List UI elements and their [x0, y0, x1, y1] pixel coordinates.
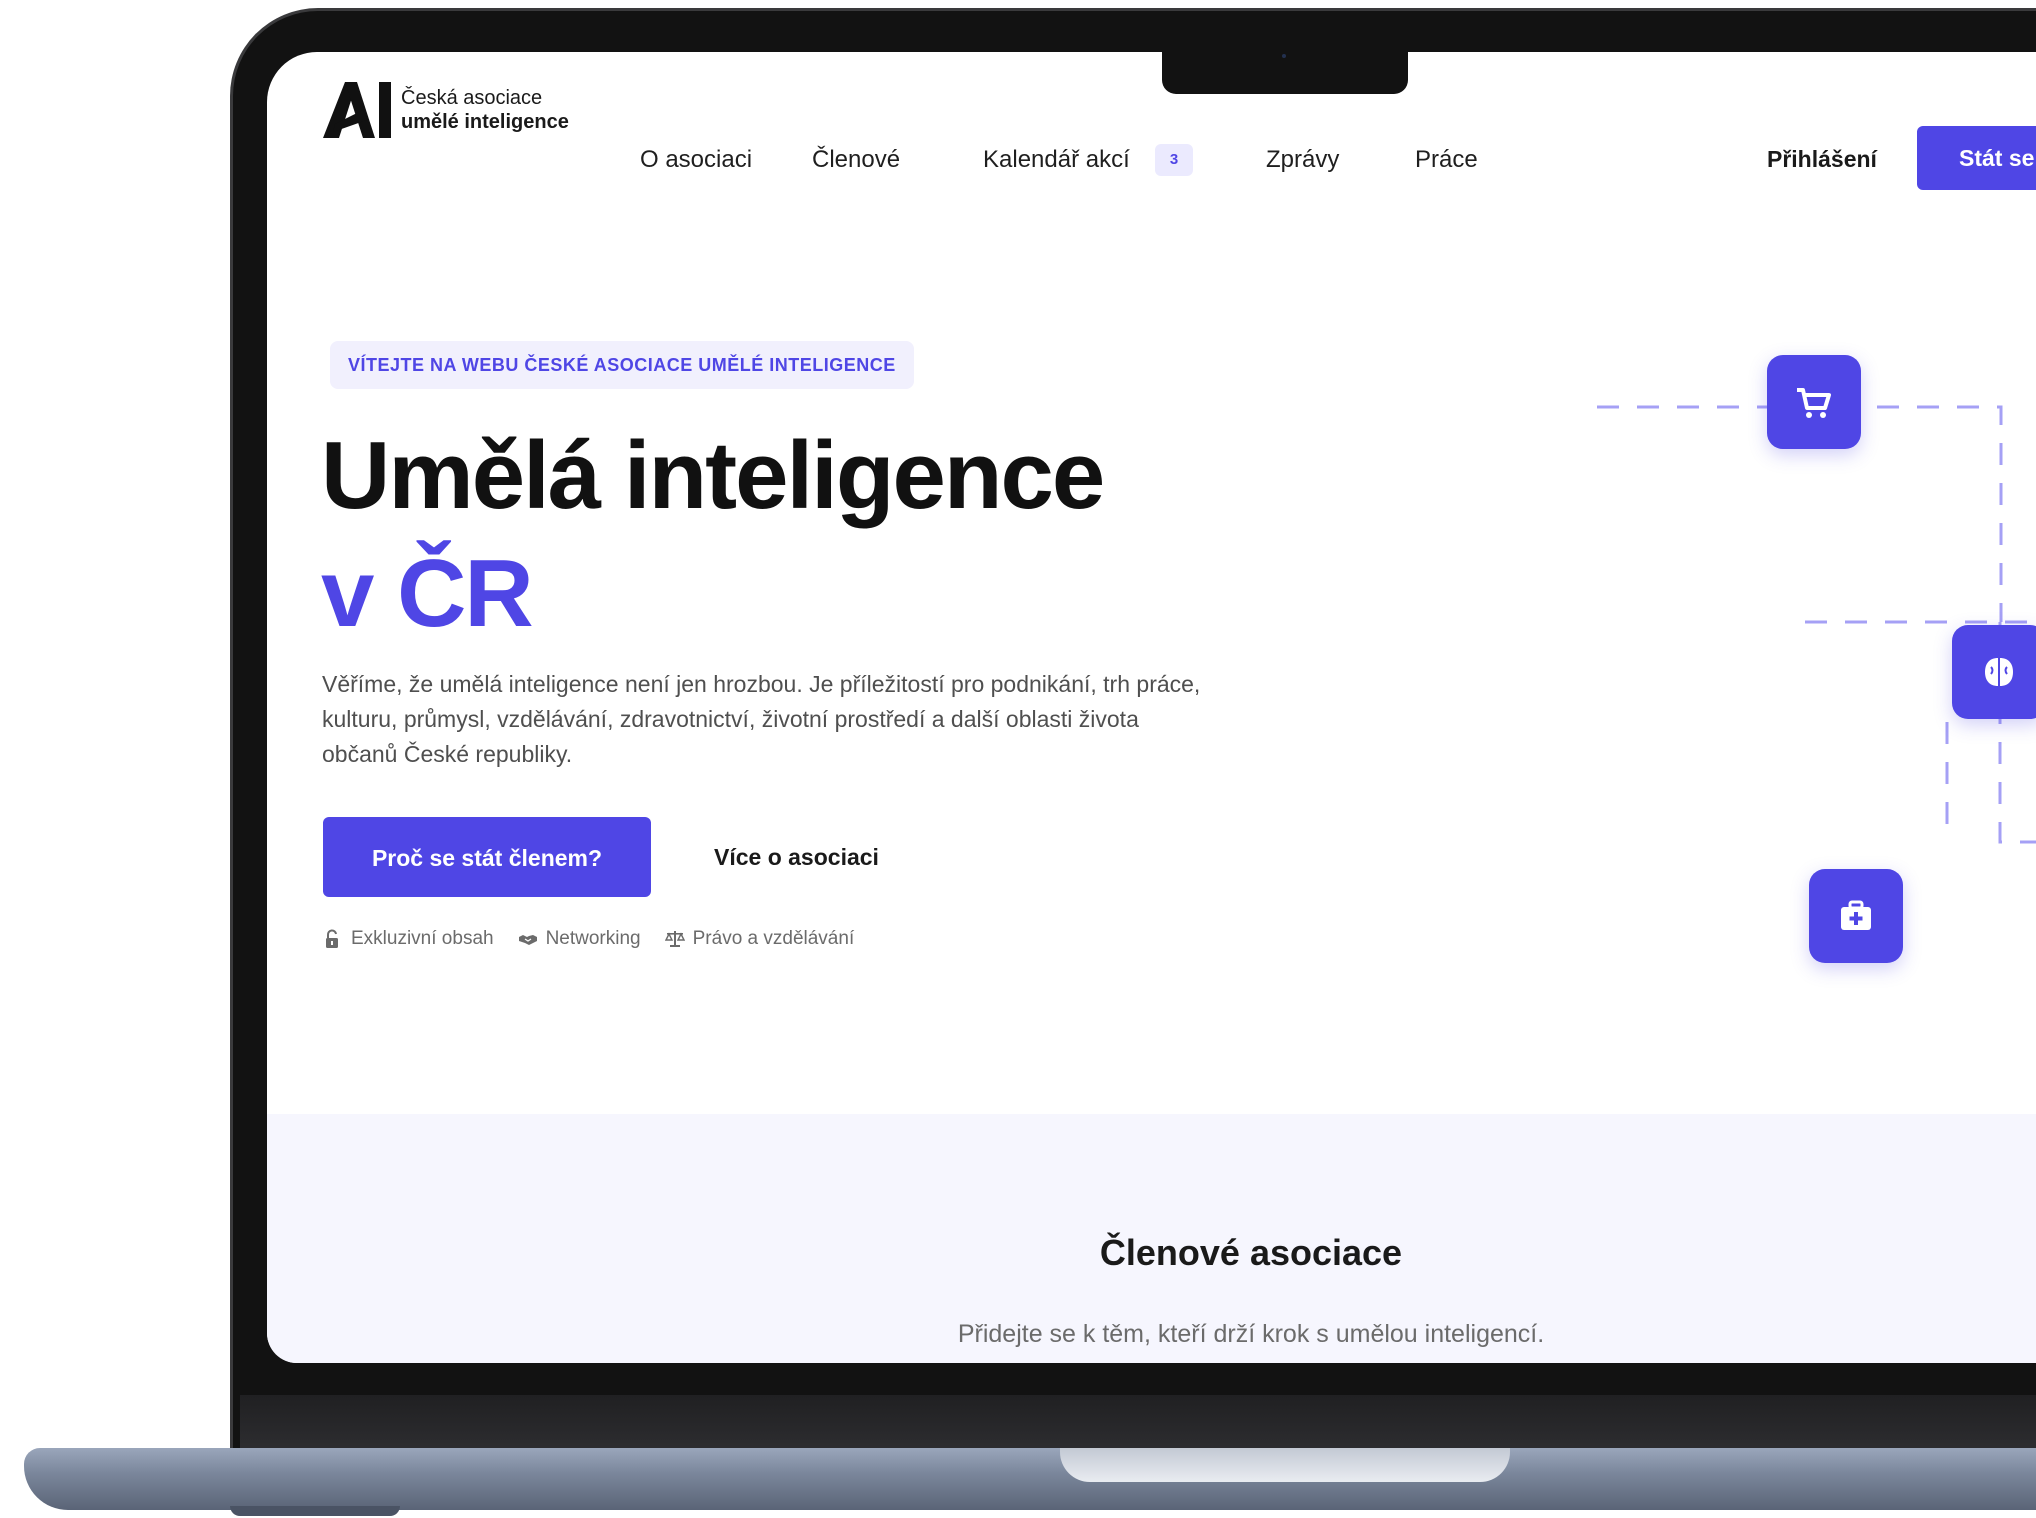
top-navigation: Česká asociace umělé inteligence O asoci… [267, 52, 2036, 212]
feature-item: Networking [518, 928, 641, 950]
sector-node-health [1809, 869, 1903, 963]
why-join-button[interactable]: Proč se stát členem? [323, 817, 651, 897]
welcome-tag: VÍTEJTE NA WEBU ČESKÉ ASOCIACE UMĚLÉ INT… [330, 341, 914, 389]
hero-title-line-1: Umělá inteligence [321, 422, 1105, 529]
nav-link-kalendar-akci[interactable]: Kalendář akcí [983, 146, 1130, 174]
feature-list: Exkluzivní obsah Networking Právo a vzdě… [323, 928, 854, 950]
browser-viewport: Česká asociace umělé inteligence O asoci… [267, 52, 2036, 1363]
ai-logo-icon [323, 82, 391, 138]
feature-label: Networking [545, 928, 641, 949]
logo-line-2: umělé inteligence [401, 111, 569, 133]
laptop-foot [230, 1506, 400, 1516]
members-title: Členové asociace [1099, 1232, 1403, 1273]
login-link[interactable]: Přihlášení [1767, 146, 1877, 173]
laptop-opening-notch [1060, 1448, 1510, 1482]
sector-node-commerce [1767, 355, 1861, 449]
logo-wordmark: Česká asociace umělé inteligence [401, 86, 569, 134]
brain-icon [1985, 658, 2013, 686]
nav-link-zpravy[interactable]: Zprávy [1266, 146, 1339, 174]
members-subtitle: Přidejte se k těm, kteří drží krok s umě… [957, 1320, 1545, 1348]
hero-lead-text: Věříme, že umělá inteligence není jen hr… [322, 671, 1201, 767]
nav-link-o-asociaci[interactable]: O asociaci [640, 146, 752, 174]
feature-item: Právo a vzdělávání [664, 928, 855, 950]
ai-sectors-diagram [1497, 292, 2036, 992]
site-logo[interactable]: Česká asociace umělé inteligence [323, 80, 569, 140]
sector-node-ai [1952, 625, 2036, 719]
feature-item: Exkluzivní obsah [323, 928, 494, 950]
camera-dot [1282, 54, 1286, 58]
hero-title: Umělá inteligence v ČR [321, 417, 1105, 653]
feature-label: Exkluzivní obsah [351, 928, 494, 949]
scale-icon [664, 931, 685, 947]
more-about-link[interactable]: Více o asociaci [714, 844, 879, 871]
cart-icon [1797, 388, 1831, 418]
events-count-badge: 3 [1155, 144, 1193, 176]
logo-line-1: Česká asociace [401, 87, 543, 109]
laptop-base [24, 1448, 2036, 1510]
laptop-lower-bezel [240, 1395, 2036, 1450]
screen-notch [1162, 50, 1408, 94]
medkit-icon [1841, 900, 1871, 930]
join-button[interactable]: Stát se [1917, 126, 2036, 190]
handshake-icon [518, 935, 537, 945]
hero-title-line-2: v ČR [321, 540, 534, 647]
nav-link-clenove[interactable]: Členové [812, 146, 900, 174]
lock-open-icon [326, 929, 338, 948]
feature-label: Právo a vzdělávání [692, 928, 855, 949]
nav-link-prace[interactable]: Práce [1415, 146, 1478, 174]
